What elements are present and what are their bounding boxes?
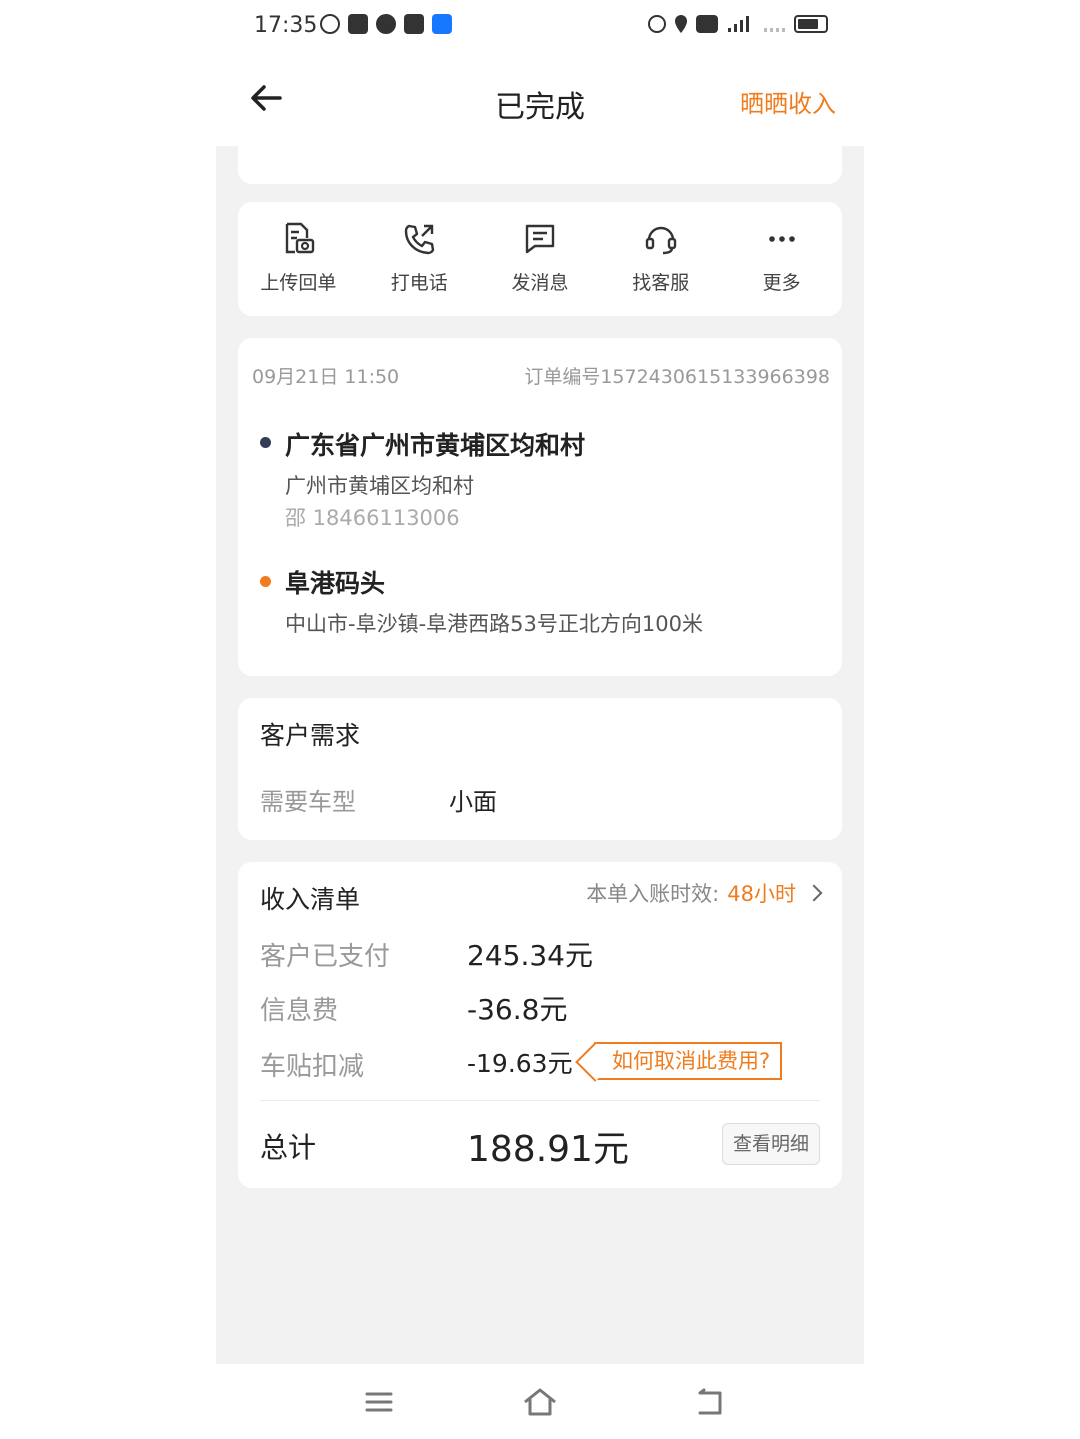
settlement-timing[interactable]: 本单入账时效: 48小时 (586, 878, 823, 908)
destination-dot-icon (260, 576, 271, 587)
customer-service-button[interactable]: 找客服 (600, 202, 721, 316)
share-income-button[interactable]: 晒晒收入 (740, 84, 836, 119)
actions-card: 上传回单 打电话 发消息 找客服 更多 (238, 202, 842, 316)
more-icon (768, 236, 795, 242)
cancel-fee-tip-button[interactable]: 如何取消此费用? (594, 1042, 783, 1080)
system-nav-bar (0, 1365, 1080, 1439)
info-fee-label: 信息费 (260, 996, 339, 1026)
alarm-icon (648, 15, 666, 33)
action-label: 上传回单 (260, 272, 337, 294)
battery-icon (794, 15, 828, 33)
cancel-fee-tip-text: 如何取消此费用? (612, 1049, 771, 1073)
status-time: 17:35 (254, 13, 318, 38)
total-label: 总计 (260, 1131, 317, 1164)
menu-icon[interactable] (359, 1385, 399, 1419)
income-title: 收入清单 (260, 885, 361, 914)
income-card: 收入清单 本单入账时效: 48小时 客户已支付 245.34元 信息费 -36.… (238, 862, 842, 1188)
status-right-icons (648, 14, 828, 34)
signal-icon (764, 28, 785, 32)
phone-icon (404, 224, 435, 255)
status-left-icons (320, 14, 452, 34)
call-button[interactable]: 打电话 (359, 202, 480, 316)
route-card[interactable]: 09月21日 11:50 订单编号1572430615133966398 广东省… (238, 338, 842, 676)
5g-signal-icon (728, 16, 749, 32)
action-label: 更多 (762, 272, 801, 294)
total-value: 188.91元 (467, 1129, 629, 1170)
view-detail-button[interactable]: 查看明细 (722, 1123, 820, 1165)
receipt-upload-icon (286, 222, 315, 254)
status-bar: 17:35 (0, 0, 1080, 52)
order-meta: 09月21日 11:50 订单编号1572430615133966398 (252, 362, 830, 389)
timing-label: 本单入账时效: (586, 882, 720, 906)
headset-icon (645, 226, 676, 255)
order-datetime: 09月21日 11:50 (252, 366, 400, 388)
timing-value: 48小时 (727, 882, 796, 906)
order-number: 订单编号1572430615133966398 (524, 366, 830, 388)
paid-value: 245.34元 (467, 939, 593, 972)
destination-title: 阜港码头 (285, 569, 386, 598)
demand-title: 客户需求 (260, 721, 361, 750)
chevron-right-icon (805, 884, 823, 902)
destination-detail: 中山市-阜沙镇-阜港西路53号正北方向100米 (285, 612, 703, 636)
origin-dot-icon (260, 437, 271, 448)
alipay-icon (432, 14, 452, 34)
k-icon (320, 14, 340, 34)
vehicle-type-value: 小面 (449, 788, 497, 816)
origin-detail: 广州市黄埔区均和村 (285, 474, 474, 498)
message-icon (525, 224, 555, 254)
customer-demand-card: 客户需求 需要车型 小面 (238, 698, 842, 840)
nav-bar: 已完成 晒晒收入 (216, 60, 864, 140)
upload-receipt-button[interactable]: 上传回单 (238, 202, 359, 316)
app-icon (348, 14, 368, 34)
location-icon (675, 15, 687, 33)
send-message-button[interactable]: 发消息 (480, 202, 601, 316)
hd-icon (696, 15, 718, 33)
top-card-partial (238, 146, 842, 184)
chat-icon (376, 14, 396, 34)
back-nav-icon[interactable] (690, 1385, 730, 1419)
action-label: 发消息 (511, 272, 569, 294)
origin-title: 广东省广州市黄埔区均和村 (285, 431, 586, 460)
vehicle-type-label: 需要车型 (260, 788, 356, 816)
divider (260, 1100, 820, 1101)
origin-contact: 邵 18466113006 (285, 506, 460, 530)
home-icon[interactable] (520, 1385, 560, 1419)
action-label: 找客服 (632, 272, 690, 294)
more-button[interactable]: 更多 (721, 202, 842, 316)
content-area: 上传回单 打电话 发消息 找客服 更多 09月21日 11:50 订单编号157… (216, 146, 864, 1364)
paid-label: 客户已支付 (260, 942, 391, 972)
action-label: 打电话 (390, 272, 448, 294)
message-icon (404, 14, 424, 34)
sticker-deduction-label: 车贴扣减 (260, 1052, 365, 1082)
sticker-deduction-value: -19.63元 (467, 1049, 573, 1078)
info-fee-value: -36.8元 (467, 993, 568, 1026)
